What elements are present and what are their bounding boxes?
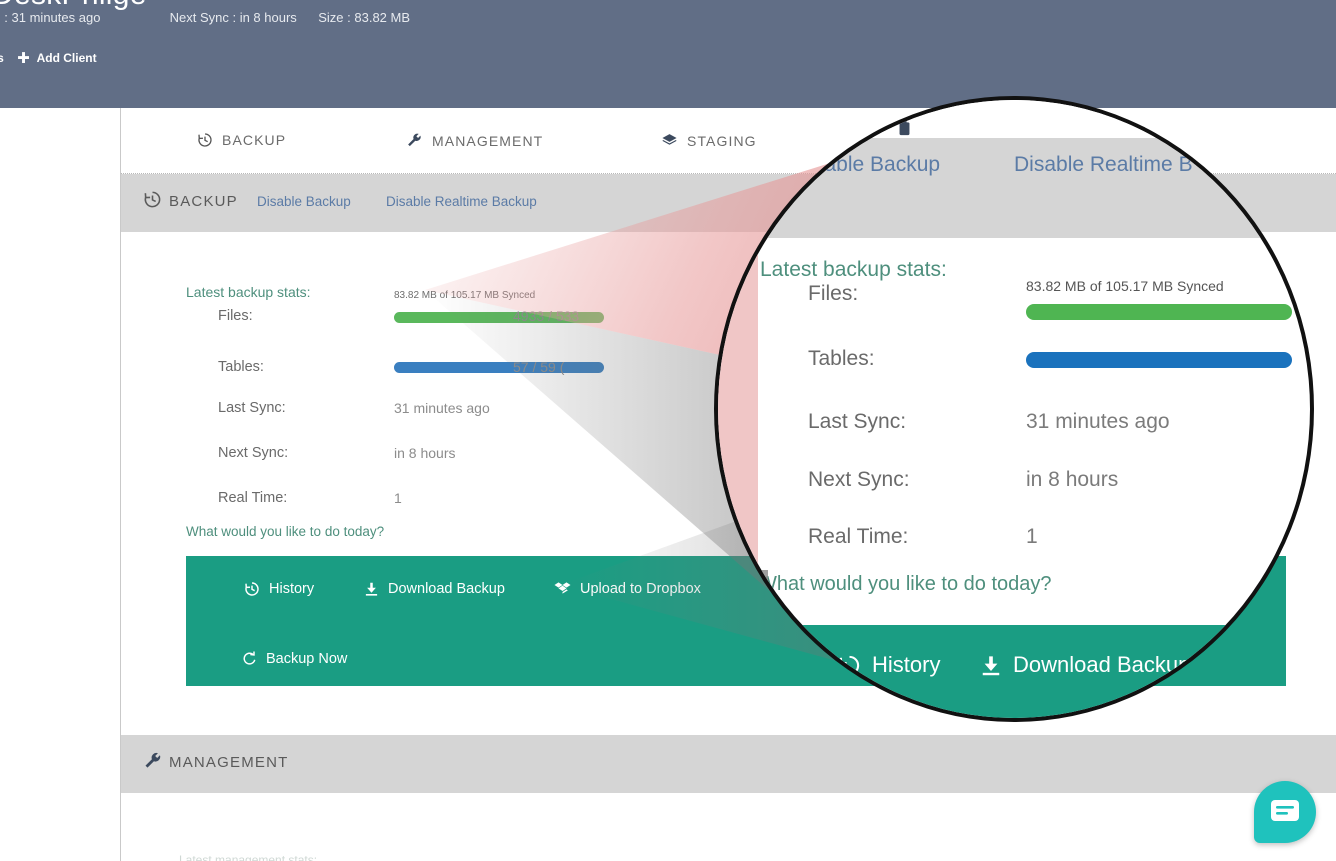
header-size: Size : 83.82 MB: [318, 10, 410, 25]
tab-staging[interactable]: STAGING: [661, 132, 757, 154]
section-header-management: MANAGEMENT: [121, 735, 1336, 793]
wrench-icon: [143, 751, 163, 776]
download-backup-label: Download Backup: [388, 581, 505, 597]
download-backup-button[interactable]: Download Backup: [364, 581, 505, 601]
history-clock-icon: [197, 132, 213, 151]
header-links: l Tags ✚ Add Client: [0, 49, 97, 67]
upload-to-dropbox-label: Upload to Dropbox: [580, 581, 701, 597]
main-content: BACKUP MANAGEMENT STAGING BACKUP Disable…: [121, 108, 1336, 861]
tab-backup[interactable]: BACKUP: [197, 132, 286, 154]
tables-label: Tables:: [218, 359, 264, 375]
history-clock-icon: [244, 581, 260, 601]
tab-management[interactable]: MANAGEMENT: [406, 132, 543, 154]
tab-strip: BACKUP MANAGEMENT STAGING: [121, 108, 1336, 174]
last-sync-label: Last Sync:: [218, 400, 286, 416]
action-prompt: What would you like to do today?: [186, 524, 384, 539]
backup-stats-panel: Latest backup stats: Files: 83.82 MB of …: [121, 232, 1336, 552]
section-title-backup: BACKUP: [169, 193, 238, 210]
section-header-backup: BACKUP Disable Backup Disable Realtime B…: [121, 174, 1336, 232]
refresh-icon: [241, 650, 257, 671]
history-button[interactable]: History: [244, 581, 314, 601]
backup-now-label: Backup Now: [266, 651, 347, 667]
tab-management-label: MANAGEMENT: [432, 133, 543, 149]
disable-realtime-backup-link[interactable]: Disable Realtime Backup: [386, 194, 537, 209]
tables-progress-fill: [394, 362, 604, 373]
header-meta: ynced : 31 minutes ago Next Sync : in 8 …: [0, 10, 410, 25]
last-sync-value: 31 minutes ago: [394, 400, 490, 416]
app-header-bar: DeskPhilge ynced : 31 minutes ago Next S…: [0, 0, 1336, 108]
tags-link[interactable]: l Tags: [0, 51, 4, 65]
next-sync-value: in 8 hours: [394, 445, 455, 461]
management-stats-title: Latest management stats:: [179, 853, 317, 861]
download-icon: [364, 581, 379, 601]
upload-to-dropbox-button[interactable]: Upload to Dropbox: [554, 581, 701, 601]
tab-extra[interactable]: [891, 132, 915, 154]
sync-caption: 83.82 MB of 105.17 MB Synced: [394, 290, 535, 301]
real-time-label: Real Time:: [218, 490, 287, 506]
disable-backup-link[interactable]: Disable Backup: [257, 194, 351, 209]
chat-widget-button[interactable]: [1254, 781, 1316, 843]
plus-icon: ✚: [17, 49, 30, 67]
files-label: Files:: [218, 308, 253, 324]
layers-icon: [661, 132, 678, 152]
real-time-value: 1: [394, 490, 402, 506]
backup-stats-title: Latest backup stats:: [186, 284, 311, 300]
tab-staging-label: STAGING: [687, 133, 757, 149]
history-clock-icon: [143, 190, 162, 214]
chat-bubble-icon: [1271, 800, 1299, 824]
header-next-sync: Next Sync : in 8 hours: [170, 10, 315, 25]
next-sync-label: Next Sync:: [218, 445, 288, 461]
tables-count-value: 57 / 59 (: [513, 359, 564, 375]
history-button-label: History: [269, 581, 314, 597]
clipboard-icon: [891, 132, 906, 152]
section-title-management: MANAGEMENT: [169, 754, 289, 771]
tab-backup-label: BACKUP: [222, 132, 286, 148]
header-last-synced: ynced : 31 minutes ago: [0, 10, 166, 25]
tables-progress-bar: [394, 362, 604, 373]
backup-action-panel: History Download Backup Upload to Dropbo…: [186, 556, 1286, 686]
backup-now-button[interactable]: Backup Now: [241, 650, 347, 671]
left-gutter: [0, 108, 120, 861]
add-client-link[interactable]: Add Client: [37, 51, 97, 65]
wrench-icon: [406, 132, 423, 152]
files-count-value: 4933 / 533: [513, 308, 579, 324]
dropbox-icon: [554, 581, 571, 601]
